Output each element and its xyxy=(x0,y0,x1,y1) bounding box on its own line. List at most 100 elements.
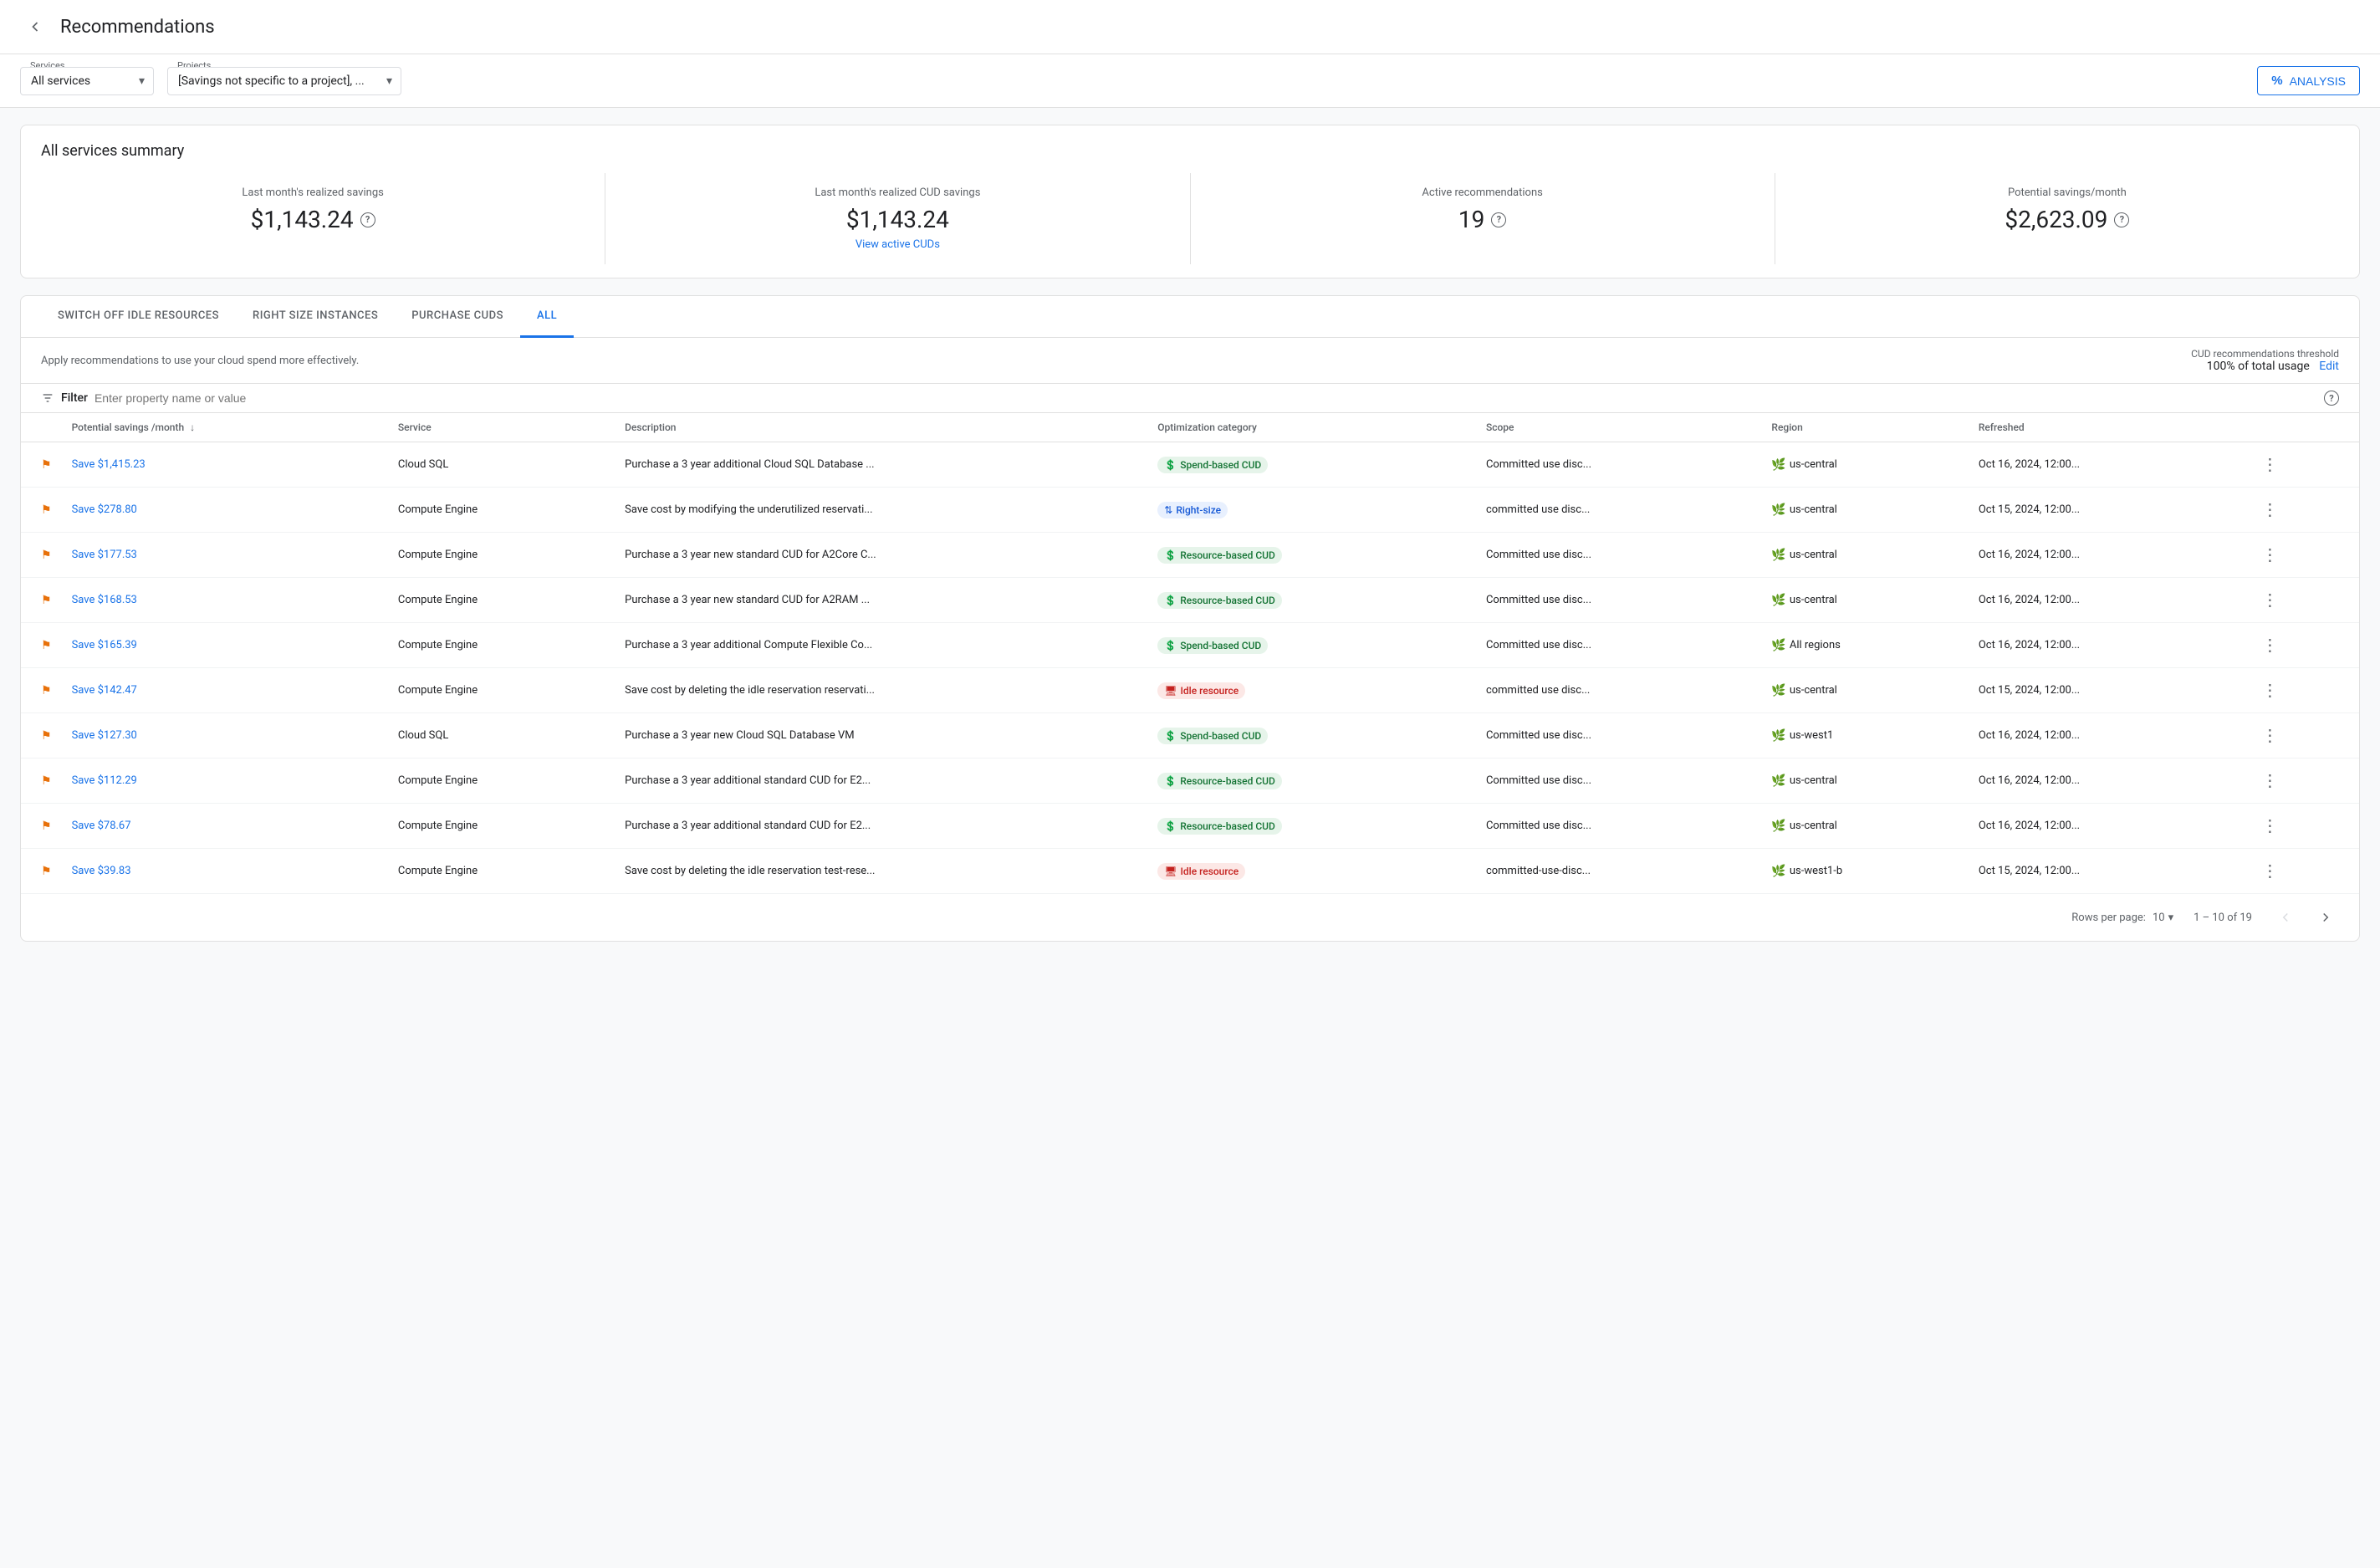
row-more-button[interactable]: ⋮ xyxy=(2255,722,2285,749)
category-badge: 💲 Spend-based CUD xyxy=(1157,457,1268,473)
cud-threshold: CUD recommendations threshold 100% of to… xyxy=(2191,348,2339,373)
row-description: Purchase a 3 year additional Cloud SQL D… xyxy=(615,442,1147,488)
row-category: 🖥 Idle resource xyxy=(1147,668,1476,713)
rows-per-page-select[interactable]: 10 ▾ xyxy=(2153,912,2173,924)
potential-savings-label: Potential savings/month xyxy=(1795,186,2339,199)
row-region: 🌿 us-west1 xyxy=(1761,713,1968,758)
summary-cards: Last month's realized savings $1,143.24 … xyxy=(21,160,2359,278)
projects-select[interactable]: [Savings not specific to a project], ...… xyxy=(167,67,401,95)
savings-link[interactable]: Save $78.67 xyxy=(72,820,131,832)
row-more-button[interactable]: ⋮ xyxy=(2255,496,2285,524)
summary-title: All services summary xyxy=(21,125,2359,160)
region-leaf-icon: 🌿 xyxy=(1771,594,1785,607)
row-flag: ⚑ xyxy=(21,442,62,488)
row-refreshed: Oct 16, 2024, 12:00... xyxy=(1969,623,2245,668)
back-button[interactable] xyxy=(20,12,50,42)
badge-icon: 💲 xyxy=(1164,775,1177,787)
savings-link[interactable]: Save $177.53 xyxy=(72,549,137,561)
view-active-cuds-link[interactable]: View active CUDs xyxy=(626,238,1169,251)
projects-filter[interactable]: Projects [Savings not specific to a proj… xyxy=(167,67,401,95)
category-badge: 💲 Spend-based CUD xyxy=(1157,728,1268,744)
row-category: 💲 Spend-based CUD xyxy=(1147,713,1476,758)
row-service: Compute Engine xyxy=(388,668,615,713)
row-description: Purchase a 3 year new standard CUD for A… xyxy=(615,578,1147,623)
col-service[interactable]: Service xyxy=(388,413,615,442)
row-actions: ⋮ xyxy=(2245,623,2359,668)
col-description[interactable]: Description xyxy=(615,413,1147,442)
sort-arrow-icon: ↓ xyxy=(190,421,195,433)
filter-input[interactable] xyxy=(94,391,2317,405)
summary-card-realized-savings: Last month's realized savings $1,143.24 … xyxy=(21,173,605,264)
table-row: ⚑ Save $112.29 Compute Engine Purchase a… xyxy=(21,758,2359,804)
services-filter[interactable]: Services All services ▾ xyxy=(20,67,154,95)
category-badge: 💲 Resource-based CUD xyxy=(1157,818,1282,835)
savings-link[interactable]: Save $168.53 xyxy=(72,594,137,606)
flag-icon: ⚑ xyxy=(41,639,52,652)
projects-chevron-icon: ▾ xyxy=(386,74,392,88)
summary-card-active-recs: Active recommendations 19 ? xyxy=(1191,173,1775,264)
flag-icon: ⚑ xyxy=(41,549,52,562)
col-savings[interactable]: Potential savings /month ↓ xyxy=(62,413,388,442)
row-region: 🌿 All regions xyxy=(1761,623,1968,668)
row-more-button[interactable]: ⋮ xyxy=(2255,451,2285,478)
savings-link[interactable]: Save $112.29 xyxy=(72,774,137,787)
row-more-button[interactable]: ⋮ xyxy=(2255,541,2285,569)
row-description: Purchase a 3 year additional standard CU… xyxy=(615,804,1147,849)
row-refreshed: Oct 16, 2024, 12:00... xyxy=(1969,804,2245,849)
table-row: ⚑ Save $127.30 Cloud SQL Purchase a 3 ye… xyxy=(21,713,2359,758)
active-recs-help-icon[interactable]: ? xyxy=(1491,212,1506,227)
filter-help-icon[interactable]: ? xyxy=(2324,391,2339,406)
analysis-button[interactable]: % ANALYSIS xyxy=(2257,66,2360,95)
row-flag: ⚑ xyxy=(21,668,62,713)
row-actions: ⋮ xyxy=(2245,713,2359,758)
top-bar: Recommendations xyxy=(0,0,2380,54)
table-row: ⚑ Save $165.39 Compute Engine Purchase a… xyxy=(21,623,2359,668)
row-more-button[interactable]: ⋮ xyxy=(2255,767,2285,794)
tab-switch-idle[interactable]: SWITCH OFF IDLE RESOURCES xyxy=(41,296,236,338)
row-service: Compute Engine xyxy=(388,623,615,668)
row-more-button[interactable]: ⋮ xyxy=(2255,857,2285,885)
savings-link[interactable]: Save $142.47 xyxy=(72,684,137,697)
row-more-button[interactable]: ⋮ xyxy=(2255,812,2285,840)
savings-link[interactable]: Save $278.80 xyxy=(72,503,137,516)
flag-icon: ⚑ xyxy=(41,820,52,833)
realized-savings-help-icon[interactable]: ? xyxy=(360,212,375,227)
region-leaf-icon: 🌿 xyxy=(1771,684,1785,697)
savings-link[interactable]: Save $165.39 xyxy=(72,639,137,651)
row-refreshed: Oct 16, 2024, 12:00... xyxy=(1969,578,2245,623)
table-description: Apply recommendations to use your cloud … xyxy=(41,355,359,367)
savings-link[interactable]: Save $39.83 xyxy=(72,865,131,877)
row-scope: committed-use-disc... xyxy=(1476,849,1761,894)
tab-purchase-cuds[interactable]: PURCHASE CUDS xyxy=(395,296,520,338)
summary-card-potential-savings: Potential savings/month $2,623.09 ? xyxy=(1775,173,2359,264)
savings-link[interactable]: Save $127.30 xyxy=(72,729,137,742)
row-savings: Save $165.39 xyxy=(62,623,388,668)
row-more-button[interactable]: ⋮ xyxy=(2255,586,2285,614)
row-service: Compute Engine xyxy=(388,804,615,849)
col-region[interactable]: Region xyxy=(1761,413,1968,442)
col-category[interactable]: Optimization category xyxy=(1147,413,1476,442)
potential-savings-help-icon[interactable]: ? xyxy=(2114,212,2129,227)
row-more-button[interactable]: ⋮ xyxy=(2255,631,2285,659)
row-category: 💲 Resource-based CUD xyxy=(1147,578,1476,623)
services-select[interactable]: All services ▾ xyxy=(20,67,154,95)
col-scope[interactable]: Scope xyxy=(1476,413,1761,442)
row-region: 🌿 us-central xyxy=(1761,668,1968,713)
tab-rightsize[interactable]: RIGHT SIZE INSTANCES xyxy=(236,296,395,338)
row-savings: Save $112.29 xyxy=(62,758,388,804)
col-refreshed[interactable]: Refreshed xyxy=(1969,413,2245,442)
badge-icon: 🖥 xyxy=(1164,685,1177,697)
flag-icon: ⚑ xyxy=(41,503,52,517)
row-more-button[interactable]: ⋮ xyxy=(2255,677,2285,704)
row-region: 🌿 us-central xyxy=(1761,488,1968,533)
row-category: ⇅ Right-size xyxy=(1147,488,1476,533)
savings-link[interactable]: Save $1,415.23 xyxy=(72,458,146,471)
next-page-button[interactable] xyxy=(2312,904,2339,931)
tab-all[interactable]: ALL xyxy=(520,296,574,338)
table-header-row: Potential savings /month ↓ Service Descr… xyxy=(21,413,2359,442)
row-flag: ⚑ xyxy=(21,713,62,758)
row-scope: Committed use disc... xyxy=(1476,533,1761,578)
row-flag: ⚑ xyxy=(21,804,62,849)
cud-threshold-edit-link[interactable]: Edit xyxy=(2319,360,2339,373)
prev-page-button[interactable] xyxy=(2272,904,2299,931)
